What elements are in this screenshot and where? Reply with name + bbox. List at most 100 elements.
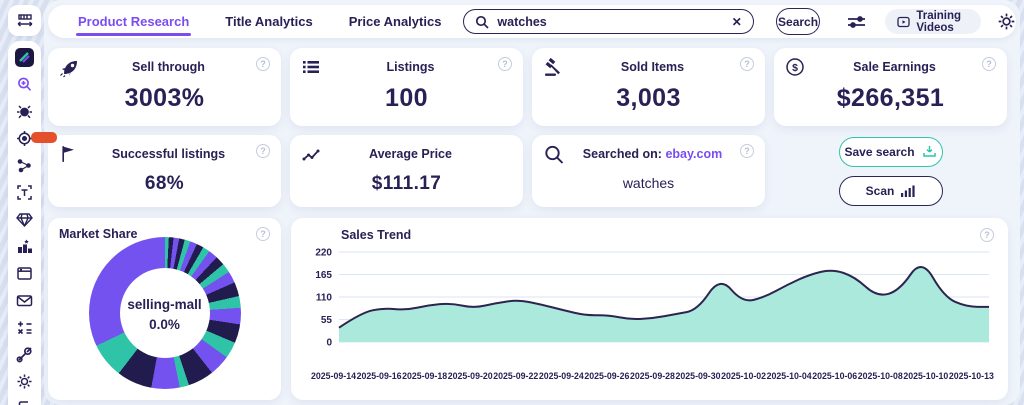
rocket-icon bbox=[59, 57, 81, 79]
searched-term: watches bbox=[543, 175, 754, 191]
bug-icon[interactable] bbox=[15, 102, 35, 121]
help-icon[interactable]: ? bbox=[256, 57, 270, 71]
help-icon[interactable]: ? bbox=[256, 227, 270, 241]
gear-icon[interactable] bbox=[997, 12, 1016, 31]
card-value: 100 bbox=[301, 84, 512, 113]
tab-price-analytics[interactable]: Price Analytics bbox=[349, 14, 442, 29]
svg-text:220: 220 bbox=[315, 248, 332, 259]
svg-text:55: 55 bbox=[321, 315, 333, 326]
card-title: Searched on: ebay.com bbox=[565, 147, 740, 161]
resize-width-icon bbox=[16, 12, 34, 30]
x-tick-label: 2025-10-04 bbox=[767, 371, 812, 381]
card-successful-listings: Successful listings ? 68% bbox=[48, 135, 281, 207]
target-icon[interactable] bbox=[15, 129, 35, 148]
mail-icon[interactable] bbox=[15, 291, 35, 310]
sales-trend-x-labels: 2025-09-142025-09-162025-09-182025-09-20… bbox=[305, 371, 994, 381]
x-tick-label: 2025-09-24 bbox=[539, 371, 584, 381]
flag-icon bbox=[59, 144, 81, 166]
svg-text:$: $ bbox=[792, 62, 798, 74]
sales-trend-title: Sales Trend bbox=[341, 228, 411, 242]
card-sold-items: Sold Items ? 3,003 bbox=[532, 48, 765, 126]
save-search-label: Save search bbox=[844, 145, 914, 159]
search-button[interactable]: Search bbox=[776, 8, 821, 35]
gem-icon[interactable] bbox=[15, 210, 35, 229]
help-icon[interactable]: ? bbox=[980, 228, 994, 242]
x-tick-label: 2025-10-10 bbox=[903, 371, 948, 381]
x-tick-label: 2025-10-08 bbox=[858, 371, 903, 381]
help-icon[interactable]: ? bbox=[982, 57, 996, 71]
list-icon bbox=[301, 57, 323, 79]
card-searched-on: Searched on: ebay.com ? watches bbox=[532, 135, 765, 207]
sales-trend-svg[interactable]: 0 55 110 165 220 bbox=[305, 242, 993, 368]
training-videos-button[interactable]: Training Videos bbox=[885, 9, 981, 34]
search-icon bbox=[475, 15, 489, 29]
card-title: Average Price bbox=[323, 147, 498, 161]
actions: Save search Scan bbox=[774, 135, 1007, 207]
x-tick-label: 2025-10-02 bbox=[721, 371, 766, 381]
x-tick-label: 2025-09-22 bbox=[493, 371, 538, 381]
card-value: 3,003 bbox=[543, 84, 754, 113]
x-tick-label: 2025-10-06 bbox=[812, 371, 857, 381]
search-icon bbox=[543, 144, 565, 166]
search-plus-icon[interactable] bbox=[15, 75, 35, 94]
svg-text:110: 110 bbox=[316, 293, 333, 304]
clear-search-icon[interactable]: ✕ bbox=[732, 16, 742, 28]
card-title: Sale Earnings bbox=[807, 60, 982, 74]
logout-icon[interactable] bbox=[15, 399, 35, 405]
card-value: $111.17 bbox=[301, 173, 512, 195]
save-search-button[interactable]: Save search bbox=[839, 137, 943, 167]
charts-row: Market Share ? selling-mall 0.0% Sales T… bbox=[48, 218, 1008, 400]
card-value: 68% bbox=[59, 173, 270, 195]
market-share-title: Market Share bbox=[59, 227, 138, 241]
zik-logo-icon[interactable] bbox=[15, 48, 35, 67]
podium-icon[interactable] bbox=[15, 237, 35, 256]
tab-product-research[interactable]: Product Research bbox=[78, 14, 189, 29]
donut-center-label: selling-mall 0.0% bbox=[89, 295, 241, 336]
help-icon[interactable]: ? bbox=[740, 144, 754, 158]
bars-icon bbox=[901, 185, 915, 197]
help-icon[interactable]: ? bbox=[740, 57, 754, 71]
x-tick-label: 2025-09-20 bbox=[448, 371, 493, 381]
video-play-icon bbox=[897, 16, 910, 28]
title-frame-icon[interactable] bbox=[15, 183, 35, 202]
card-average-price: Average Price ? $111.17 bbox=[290, 135, 523, 207]
market-share-card: Market Share ? selling-mall 0.0% bbox=[48, 218, 281, 400]
x-tick-label: 2025-09-14 bbox=[311, 371, 356, 381]
card-sell-through: Sell through ? 3003% bbox=[48, 48, 281, 126]
svg-text:0: 0 bbox=[326, 338, 332, 349]
help-icon[interactable]: ? bbox=[498, 57, 512, 71]
wrench-icon[interactable] bbox=[15, 345, 35, 364]
card-listings: Listings ? 100 bbox=[290, 48, 523, 126]
sidebar-active-indicator bbox=[31, 132, 57, 143]
help-icon[interactable]: ? bbox=[256, 144, 270, 158]
x-tick-label: 2025-09-28 bbox=[630, 371, 675, 381]
market-share-donut[interactable]: selling-mall 0.0% bbox=[89, 237, 241, 389]
gavel-icon bbox=[543, 57, 565, 79]
donut-seller-share: 0.0% bbox=[89, 315, 241, 335]
stat-cards: Sell through ? 3003% Listings ? 100 bbox=[48, 48, 1008, 207]
trend-icon bbox=[301, 144, 323, 166]
topbar: Product Research Title Analytics Price A… bbox=[48, 5, 1016, 38]
search-input[interactable]: watches ✕ bbox=[463, 9, 753, 34]
x-tick-label: 2025-10-13 bbox=[949, 371, 994, 381]
settings-gear-icon[interactable] bbox=[15, 372, 35, 391]
search-value[interactable]: watches bbox=[497, 15, 723, 29]
card-title: Successful listings bbox=[81, 147, 256, 161]
nodes-icon[interactable] bbox=[15, 156, 35, 175]
svg-text:165: 165 bbox=[315, 270, 332, 281]
calculator-icon[interactable] bbox=[15, 318, 35, 337]
training-videos-label: Training Videos bbox=[916, 10, 969, 34]
x-tick-label: 2025-09-18 bbox=[402, 371, 447, 381]
card-sale-earnings: $ Sale Earnings ? $266,351 bbox=[774, 48, 1007, 126]
scan-button[interactable]: Scan bbox=[839, 176, 943, 206]
sidebar-collapse-button[interactable] bbox=[8, 5, 41, 36]
window-icon[interactable] bbox=[15, 264, 35, 283]
card-value: 3003% bbox=[59, 84, 270, 113]
tab-title-analytics[interactable]: Title Analytics bbox=[225, 14, 312, 29]
card-value: $266,351 bbox=[785, 84, 996, 113]
filters-icon[interactable] bbox=[846, 13, 867, 31]
dollar-icon: $ bbox=[785, 57, 807, 79]
x-tick-label: 2025-09-16 bbox=[357, 371, 402, 381]
x-tick-label: 2025-09-26 bbox=[584, 371, 629, 381]
ebay-link[interactable]: ebay.com bbox=[665, 147, 722, 161]
